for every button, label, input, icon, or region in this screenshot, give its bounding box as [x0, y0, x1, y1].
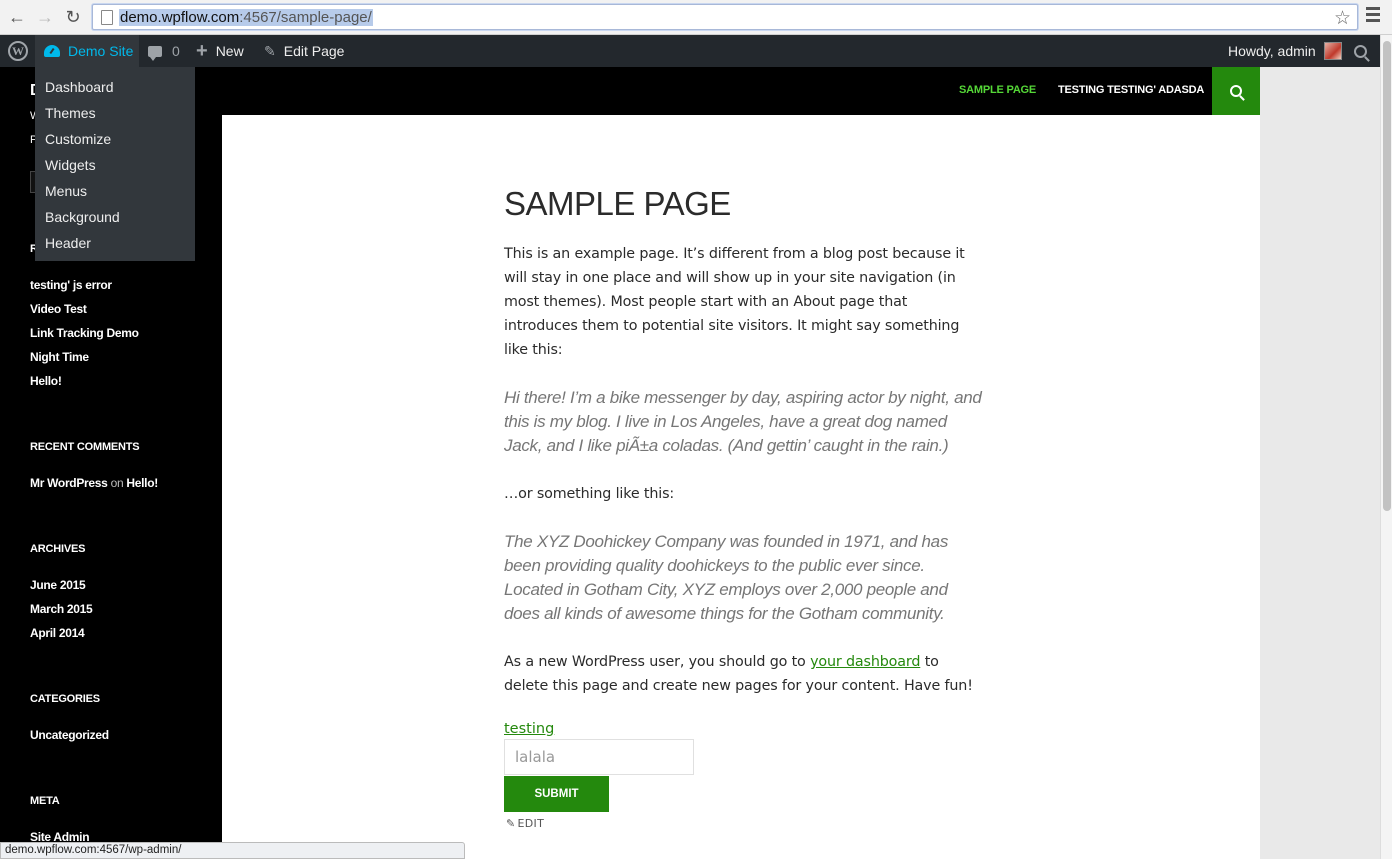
- address-bar[interactable]: demo.wpflow.com:4567/sample-page/ ☆: [92, 4, 1358, 30]
- menu-item-background[interactable]: Background: [35, 204, 195, 230]
- reload-icon[interactable]: ↻: [62, 6, 84, 28]
- url-text[interactable]: demo.wpflow.com:4567/sample-page/: [119, 9, 373, 26]
- url-path: :4567/sample-page/: [239, 9, 372, 26]
- comment-bubble-icon: [148, 45, 162, 61]
- recent-post-link[interactable]: Video Test: [30, 302, 87, 316]
- primary-navigation: SAMPLE PAGE TESTING TESTING' ADASDA: [222, 67, 1260, 115]
- testing-link[interactable]: testing: [504, 719, 984, 739]
- menu-item-widgets[interactable]: Widgets: [35, 152, 195, 178]
- site-name-label: Demo Site: [68, 43, 134, 59]
- archive-link[interactable]: March 2015: [30, 602, 93, 616]
- menu-item-menus[interactable]: Menus: [35, 178, 195, 204]
- menu-item-dashboard[interactable]: Dashboard: [35, 74, 195, 100]
- comments-button[interactable]: 0: [148, 35, 180, 67]
- text-input[interactable]: [504, 739, 694, 775]
- blockquote-doohickey: The XYZ Doohickey Company was founded in…: [504, 532, 949, 623]
- greeting-label: Howdy, admin: [1228, 43, 1316, 59]
- meta-title: META: [30, 795, 60, 807]
- wp-admin-bar: W Demo Site 0 + New ✎ Edit Page Howdy, a…: [0, 35, 1380, 67]
- archive-link[interactable]: June 2015: [30, 578, 86, 592]
- menu-item-themes[interactable]: Themes: [35, 100, 195, 126]
- scroll-thumb[interactable]: [1383, 41, 1391, 511]
- back-icon[interactable]: ←: [6, 6, 28, 28]
- wordpress-logo-icon[interactable]: W: [8, 41, 28, 61]
- edit-page-link[interactable]: ✎ EDIT: [506, 817, 984, 830]
- comment-on-text: on: [110, 476, 124, 490]
- nav-item-testing[interactable]: TESTING TESTING' ADASDA: [1058, 84, 1204, 96]
- paragraph-dashboard: As a new WordPress user, you should go t…: [504, 650, 984, 698]
- recent-comment-item: Mr WordPress on Hello!: [30, 476, 158, 490]
- pencil-icon: ✎: [506, 817, 516, 830]
- menu-item-header[interactable]: Header: [35, 230, 195, 256]
- edit-page-button[interactable]: ✎ Edit Page: [264, 35, 344, 67]
- dashboard-gauge-icon: [44, 45, 60, 57]
- edit-page-label: Edit Page: [283, 43, 345, 59]
- archive-link[interactable]: April 2014: [30, 626, 85, 640]
- blockquote-bike-messenger: Hi there! I’m a bike messenger by day, a…: [504, 388, 982, 455]
- site-name-dropdown: Dashboard Themes Customize Widgets Menus…: [35, 67, 195, 261]
- search-icon: [1354, 44, 1367, 58]
- archives-title: ARCHIVES: [30, 543, 86, 555]
- page-article: SAMPLE PAGE This is an example page. It’…: [504, 185, 984, 830]
- recent-post-link[interactable]: Hello!: [30, 374, 62, 388]
- forward-icon[interactable]: →: [34, 6, 56, 28]
- paragraph-intro: This is an example page. It’s different …: [504, 246, 965, 358]
- submit-button[interactable]: SUBMIT: [504, 776, 609, 812]
- browser-toolbar: ← → ↻ demo.wpflow.com:4567/sample-page/ …: [0, 0, 1392, 35]
- comments-count: 0: [172, 43, 180, 59]
- main-content: SAMPLE PAGE This is an example page. It’…: [222, 115, 1260, 859]
- paragraph-or: …or something like this:: [504, 486, 675, 502]
- category-link[interactable]: Uncategorized: [30, 728, 109, 742]
- bookmark-star-icon[interactable]: ☆: [1334, 7, 1351, 30]
- search-icon: [1230, 85, 1242, 97]
- recent-comments-title: RECENT COMMENTS: [30, 441, 140, 453]
- page-icon: [101, 10, 113, 25]
- page-gutter: [1260, 67, 1380, 859]
- nav-item-sample-page[interactable]: SAMPLE PAGE: [959, 84, 1036, 96]
- dashboard-link[interactable]: your dashboard: [810, 654, 920, 670]
- my-account-menu[interactable]: Howdy, admin: [1228, 35, 1342, 67]
- page-title: SAMPLE PAGE: [504, 185, 731, 222]
- browser-menu-icon[interactable]: [1366, 7, 1380, 25]
- recent-post-link[interactable]: Link Tracking Demo: [30, 326, 139, 340]
- adminbar-search-button[interactable]: [1354, 35, 1367, 67]
- comment-post-link[interactable]: Hello!: [126, 476, 158, 490]
- plus-icon: +: [196, 39, 208, 62]
- menu-item-customize[interactable]: Customize: [35, 126, 195, 152]
- recent-post-link[interactable]: Night Time: [30, 350, 89, 364]
- site-name-menu[interactable]: Demo Site: [35, 35, 139, 67]
- categories-title: CATEGORIES: [30, 693, 100, 705]
- comment-author-link[interactable]: Mr WordPress: [30, 476, 108, 490]
- url-host: demo.wpflow.com: [120, 9, 240, 26]
- edit-label: EDIT: [517, 817, 545, 830]
- paragraph-text: As a new WordPress user, you should go t…: [504, 654, 811, 670]
- new-label: New: [215, 43, 244, 59]
- search-toggle-button[interactable]: [1212, 67, 1260, 115]
- scrollbar[interactable]: [1380, 35, 1392, 859]
- pencil-icon: ✎: [264, 42, 276, 59]
- new-content-button[interactable]: + New: [196, 35, 244, 67]
- browser-status-bar: demo.wpflow.com:4567/wp-admin/: [0, 842, 465, 859]
- avatar: [1323, 42, 1342, 60]
- recent-post-link[interactable]: testing' js error: [30, 278, 112, 292]
